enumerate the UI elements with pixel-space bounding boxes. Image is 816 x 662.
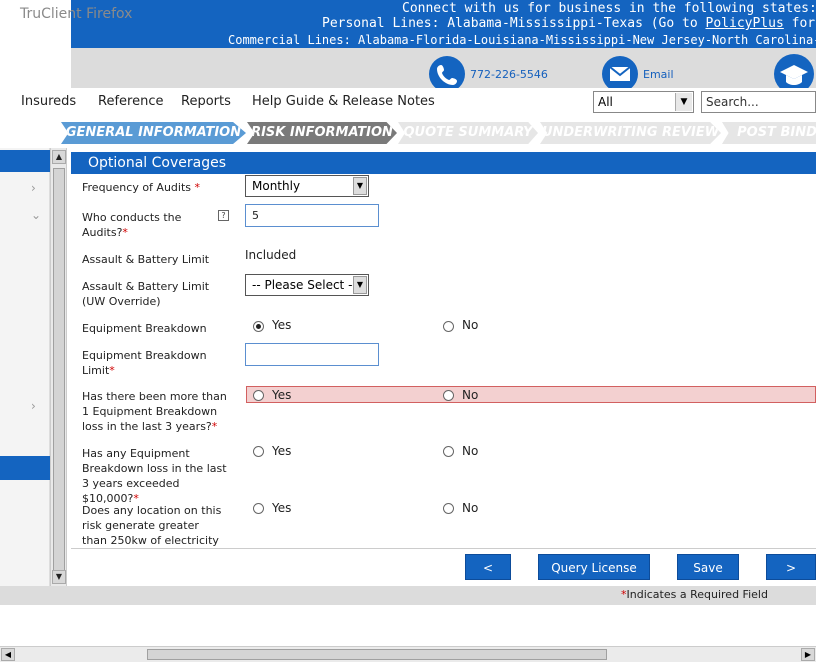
required-mark: *	[122, 226, 128, 239]
search-scope-value: All	[598, 95, 613, 109]
select-value: Monthly	[252, 179, 301, 193]
label-text: Has any Equipment Breakdown loss in the …	[82, 447, 227, 505]
query-license-button[interactable]: Query License	[538, 554, 650, 580]
chevron-down-icon[interactable]: ▼	[675, 93, 692, 111]
chevron-right-icon[interactable]: ›	[31, 181, 36, 195]
phone-number[interactable]: 772-226-5546	[470, 68, 548, 81]
label-text: Who conducts the Audits?	[82, 211, 182, 239]
previous-button[interactable]: <	[465, 554, 511, 580]
validation-error-highlight	[246, 386, 816, 403]
sidebar-header-2	[0, 456, 50, 480]
eb-loss-3y-yes-radio[interactable]	[253, 390, 264, 401]
location-250kw-yes-radio[interactable]	[253, 503, 264, 514]
location-250kw-no-radio[interactable]	[443, 503, 454, 514]
step-quote-summary[interactable]: QUOTE SUMMARY	[398, 122, 538, 144]
menu-reports[interactable]: Reports	[181, 94, 231, 109]
label-assault-battery-limit: Assault & Battery Limit	[82, 253, 210, 266]
eb-loss-3y-no-radio[interactable]	[443, 390, 454, 401]
who-conducts-audits-input[interactable]: 5	[245, 204, 379, 227]
policyplus-link[interactable]: PolicyPlus	[706, 16, 784, 31]
required-field-note: *Indicates a Required Field	[621, 588, 768, 601]
required-mark: *	[194, 181, 201, 194]
step-general-information[interactable]: GENERAL INFORMATION	[61, 122, 246, 144]
states-banner: Connect with us for business in the foll…	[71, 0, 816, 48]
scroll-right-icon[interactable]: ▶	[801, 648, 815, 661]
menu-reference[interactable]: Reference	[98, 94, 163, 109]
menu-insureds[interactable]: Insureds	[21, 94, 76, 109]
scroll-thumb[interactable]	[53, 168, 65, 583]
chevron-right-icon[interactable]: ›	[31, 399, 36, 413]
banner-line-2-pre: Personal Lines: Alabama-Mississippi-Texa…	[322, 16, 706, 31]
radio-label-yes: Yes	[272, 318, 292, 332]
eb-loss-10k-no-radio[interactable]	[443, 446, 454, 457]
required-mark: *	[109, 364, 115, 377]
email-icon[interactable]	[602, 56, 638, 88]
scroll-thumb[interactable]	[147, 649, 607, 660]
scroll-down-icon[interactable]: ▼	[52, 570, 66, 584]
scroll-up-icon[interactable]: ▲	[52, 150, 66, 164]
contact-bar: 772-226-5546 Email	[71, 48, 816, 88]
main-content: Optional Coverages Frequency of Audits *…	[71, 148, 816, 586]
label-equipment-breakdown: Equipment Breakdown	[82, 322, 207, 335]
chevron-down-icon[interactable]: ▼	[353, 276, 367, 294]
label-text: Has there been more than 1 Equipment Bre…	[82, 390, 227, 433]
equipment-breakdown-limit-input[interactable]	[245, 343, 379, 366]
action-bar: < Query License Save >	[71, 548, 816, 586]
frequency-of-audits-select[interactable]: Monthly ▼	[245, 175, 369, 197]
label-who-conducts-audits: Who conducts the Audits?*	[82, 210, 217, 240]
radio-label-no: No	[462, 388, 479, 402]
workflow-steps: GENERAL INFORMATION RISK INFORMATION QUO…	[0, 118, 816, 146]
eb-loss-10k-yes-radio[interactable]	[253, 446, 264, 457]
left-sidebar: › ⌄ ›	[0, 148, 50, 586]
banner-line-3: Commercial Lines: Alabama-Florida-Louisi…	[228, 33, 816, 47]
radio-label-no: No	[462, 444, 479, 458]
radio-label-yes: Yes	[272, 388, 292, 402]
required-mark: *	[211, 420, 218, 433]
scroll-left-icon[interactable]: ◀	[1, 648, 15, 661]
sidebar-header	[0, 150, 50, 172]
radio-label-no: No	[462, 318, 479, 332]
banner-line-2: Personal Lines: Alabama-Mississippi-Texa…	[322, 16, 816, 31]
step-risk-information[interactable]: RISK INFORMATION	[247, 122, 397, 144]
radio-label-yes: Yes	[272, 444, 292, 458]
radio-label-no: No	[462, 501, 479, 515]
vertical-scrollbar[interactable]: ▲ ▼	[50, 148, 67, 586]
label-eb-loss-3-years: Has there been more than 1 Equipment Bre…	[82, 389, 232, 434]
banner-line-2-post: for other state	[791, 16, 816, 31]
equipment-breakdown-yes-radio[interactable]	[253, 321, 264, 332]
label-eb-loss-10k: Has any Equipment Breakdown loss in the …	[82, 446, 232, 506]
label-text: Frequency of Audits	[82, 181, 195, 194]
chevron-down-icon[interactable]: ⌄	[31, 208, 41, 222]
label-frequency-of-audits: Frequency of Audits *	[82, 180, 232, 195]
save-button[interactable]: Save	[677, 554, 739, 580]
assault-battery-override-select[interactable]: -- Please Select -- ▼	[245, 274, 369, 296]
select-value: -- Please Select --	[252, 278, 357, 292]
window-title: TruClient Firefox	[20, 6, 133, 22]
search-scope-select[interactable]: All ▼	[593, 91, 694, 113]
section-title: Optional Coverages	[71, 152, 816, 174]
required-note-bar: *Indicates a Required Field	[0, 586, 816, 605]
graduation-cap-icon[interactable]	[774, 54, 814, 88]
search-input[interactable]: Search...	[701, 91, 816, 113]
app-root: TruClient Firefox Connect with us for bu…	[0, 0, 816, 662]
horizontal-scrollbar[interactable]: ◀ ▶	[0, 646, 816, 662]
label-text: Equipment Breakdown Limit	[82, 349, 207, 377]
banner-line-1: Connect with us for business in the foll…	[402, 1, 816, 16]
menu-help-guide[interactable]: Help Guide & Release Notes	[252, 94, 435, 109]
assault-battery-limit-value: Included	[245, 248, 297, 262]
phone-icon[interactable]	[429, 56, 465, 88]
chevron-down-icon[interactable]: ▼	[353, 177, 367, 195]
step-post-bind[interactable]: POST BIND	[722, 122, 816, 144]
radio-label-yes: Yes	[272, 501, 292, 515]
step-underwriting-review[interactable]: UNDERWRITING REVIEW	[540, 122, 721, 144]
next-button[interactable]: >	[766, 554, 816, 580]
required-note-text: Indicates a Required Field	[626, 588, 768, 601]
label-assault-battery-override: Assault & Battery Limit (UW Override)	[82, 280, 210, 308]
equipment-breakdown-no-radio[interactable]	[443, 321, 454, 332]
email-link[interactable]: Email	[643, 68, 674, 81]
help-icon[interactable]: ?	[218, 210, 229, 221]
label-equipment-breakdown-limit: Equipment Breakdown Limit*	[82, 348, 232, 378]
